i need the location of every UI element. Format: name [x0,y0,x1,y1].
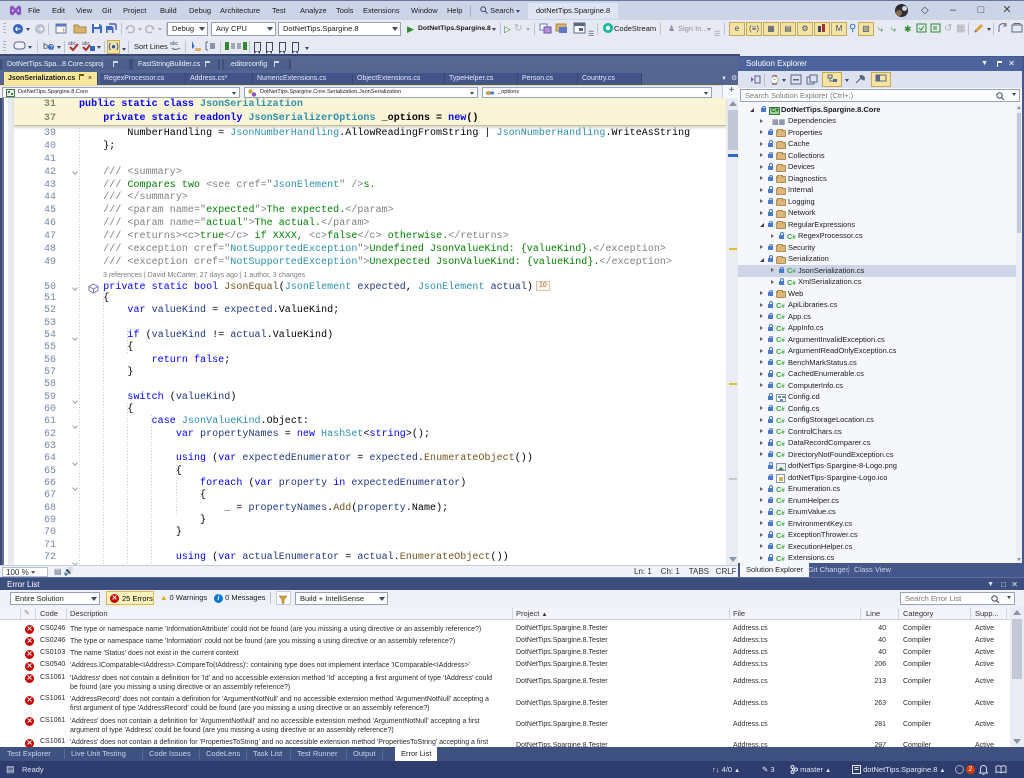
svg-text:abc: abc [170,41,179,47]
svg-text:b: b [43,41,48,51]
